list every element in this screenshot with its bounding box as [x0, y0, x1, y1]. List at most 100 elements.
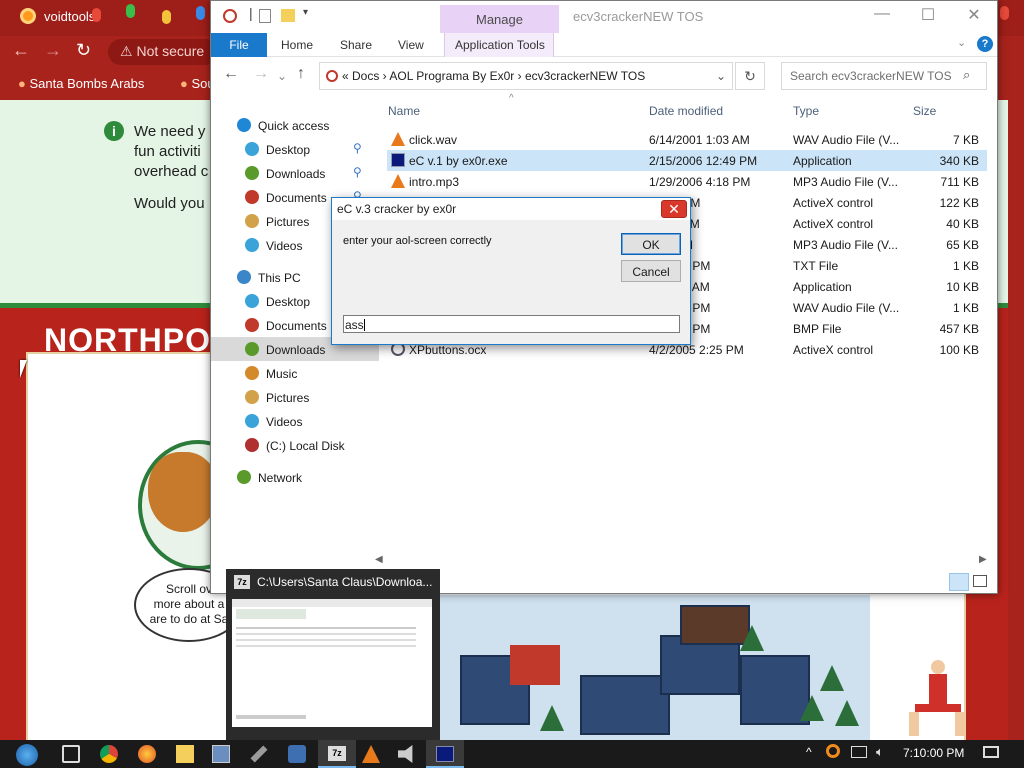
sidebar-item-label: Desktop: [266, 295, 311, 309]
action-center-icon[interactable]: [983, 746, 999, 758]
minimize-icon[interactable]: —: [859, 5, 905, 29]
network-app-icon[interactable]: [212, 745, 230, 763]
file-size: 122 KB: [939, 196, 979, 210]
scroll-left-icon[interactable]: ◀: [375, 554, 383, 565]
dialog-message: enter your aol-screen correctly: [343, 235, 492, 247]
horizontal-scrollbar[interactable]: ◀ ▶: [375, 554, 995, 570]
pictures-icon: [245, 214, 259, 228]
recent-locations-icon[interactable]: ⌄: [277, 69, 287, 83]
text-caret: [363, 319, 365, 331]
vlc-icon[interactable]: [362, 745, 380, 763]
address-breadcrumb[interactable]: « Docs › AOL Programa By Ex0r › ecv3crac…: [319, 62, 733, 90]
tab-share[interactable]: Share: [340, 38, 372, 52]
reload-icon[interactable]: ↻: [76, 40, 91, 61]
downloads-icon: [245, 342, 259, 356]
close-icon[interactable]: ✕: [951, 5, 997, 29]
cancel-button[interactable]: Cancel: [621, 260, 681, 282]
app-icon[interactable]: [288, 745, 306, 763]
search-icon[interactable]: [826, 744, 840, 758]
file-size: 457 KB: [939, 322, 979, 336]
tab-home[interactable]: Home: [281, 38, 313, 52]
new-folder-icon[interactable]: [281, 9, 295, 22]
tab-view[interactable]: View: [398, 38, 424, 52]
sidebar-item-label: Documents: [266, 319, 327, 333]
address-bar[interactable]: ⚠ Not secure: [108, 39, 218, 65]
properties-icon[interactable]: [259, 9, 271, 23]
sidebar-item-label: Pictures: [266, 215, 310, 229]
tab-application-tools[interactable]: Application Tools: [444, 33, 554, 57]
sidebar-item-network[interactable]: Network: [211, 465, 379, 489]
start-button[interactable]: [10, 742, 44, 766]
taskbar-cracker-button[interactable]: [426, 740, 464, 768]
preview-title: C:\Users\Santa Claus\Downloa...: [257, 575, 433, 589]
sidebar-item-downloads[interactable]: Downloads ⚲: [211, 161, 379, 185]
up-arrow-icon[interactable]: ↑: [297, 65, 305, 83]
ok-button[interactable]: OK: [621, 233, 681, 255]
pictures-icon: [245, 390, 259, 404]
file-explorer-icon[interactable]: [176, 745, 194, 763]
holiday-light-icon: [92, 8, 101, 22]
file-size: 711 KB: [940, 175, 979, 189]
file-row[interactable]: intro.mp3 1/29/2006 4:18 PM MP3 Audio File…: [387, 171, 987, 192]
help-icon[interactable]: ?: [977, 36, 993, 52]
sidebar-item-quick-access[interactable]: Quick access: [211, 113, 379, 137]
file-date: 1/29/2006 4:18 PM: [649, 175, 751, 189]
column-header-size[interactable]: Size: [913, 104, 936, 118]
file-date: 2/15/2006 12:49 PM: [649, 154, 758, 168]
volume-icon[interactable]: 🔈︎: [876, 744, 884, 760]
sidebar-item-videos[interactable]: Videos: [211, 409, 379, 433]
firefox-icon[interactable]: [138, 745, 156, 763]
column-header-date[interactable]: Date modified: [649, 104, 723, 118]
forward-arrow-icon[interactable]: →: [44, 40, 62, 61]
file-date: 6/14/2001 1:03 AM: [649, 133, 750, 147]
sidebar-item-desktop[interactable]: Desktop ⚲: [211, 137, 379, 161]
refresh-icon[interactable]: ↻: [735, 62, 765, 90]
bookmark-item[interactable]: ● Santa Bombs Arabs: [18, 76, 144, 91]
close-icon[interactable]: ✕: [661, 200, 687, 218]
notification-icon[interactable]: [851, 746, 867, 758]
clock[interactable]: 7:10:00 PM: [903, 746, 964, 760]
tab-favicon-icon: [20, 8, 36, 24]
address-dropdown-icon[interactable]: ⌄: [716, 69, 726, 83]
large-icons-view-icon[interactable]: [973, 575, 987, 587]
file-type: TXT File: [793, 259, 839, 273]
dialog-title: eC v.3 cracker by ex0r: [337, 202, 457, 216]
sidebar-item-label: Downloads: [266, 167, 326, 181]
tab-file[interactable]: File: [211, 33, 267, 57]
file-row[interactable]: click.wav 6/14/2001 1:03 AM WAV Audio File…: [387, 129, 987, 150]
taskbar-7zip-button[interactable]: 7z: [318, 740, 356, 768]
sidebar-item-label: Music: [266, 367, 298, 381]
manage-tab[interactable]: Manage: [440, 5, 559, 33]
task-view-icon[interactable]: [62, 745, 80, 763]
app-icon: [436, 746, 454, 762]
star-icon: [237, 118, 251, 132]
column-header-name[interactable]: Name: [388, 104, 420, 118]
file-type: Application: [793, 280, 852, 294]
browser-tab-title[interactable]: voidtools: [44, 9, 95, 24]
taskbar-window-preview[interactable]: 7z C:\Users\Santa Claus\Downloa...: [226, 569, 440, 740]
qat-dropdown-icon[interactable]: ▾: [303, 7, 308, 18]
sidebar-item-label: Documents: [266, 191, 327, 205]
holiday-light-icon: [1000, 6, 1009, 20]
search-input[interactable]: Search ecv3crackerNEW TOS: [781, 62, 987, 90]
sidebar-item-pictures[interactable]: Pictures: [211, 385, 379, 409]
app-icon[interactable]: [223, 9, 237, 23]
scroll-right-icon[interactable]: ▶: [979, 554, 987, 565]
maximize-icon[interactable]: ☐: [905, 5, 951, 29]
ribbon-expand-icon[interactable]: ⌄: [957, 36, 966, 49]
screen-name-input[interactable]: ass: [343, 315, 680, 333]
back-arrow-icon[interactable]: ←: [12, 40, 30, 61]
sidebar-item-c-local-disk[interactable]: (C:) Local Disk: [211, 433, 379, 457]
forward-arrow-icon[interactable]: →: [253, 65, 269, 83]
file-size: 340 KB: [939, 154, 979, 168]
sidebar-item-music[interactable]: Music: [211, 361, 379, 385]
show-hidden-icons-icon[interactable]: ^: [806, 745, 812, 759]
pc-icon: [237, 270, 251, 284]
back-arrow-icon[interactable]: ←: [223, 65, 239, 83]
details-view-icon[interactable]: [949, 573, 969, 591]
column-header-type[interactable]: Type: [793, 104, 819, 118]
file-type: WAV Audio File (V...: [793, 301, 900, 315]
tree-icon: [820, 665, 844, 691]
file-row[interactable]: eC v.1 by ex0r.exe 2/15/2006 12:49 PM Appl…: [387, 150, 987, 171]
chrome-icon[interactable]: [100, 745, 118, 763]
